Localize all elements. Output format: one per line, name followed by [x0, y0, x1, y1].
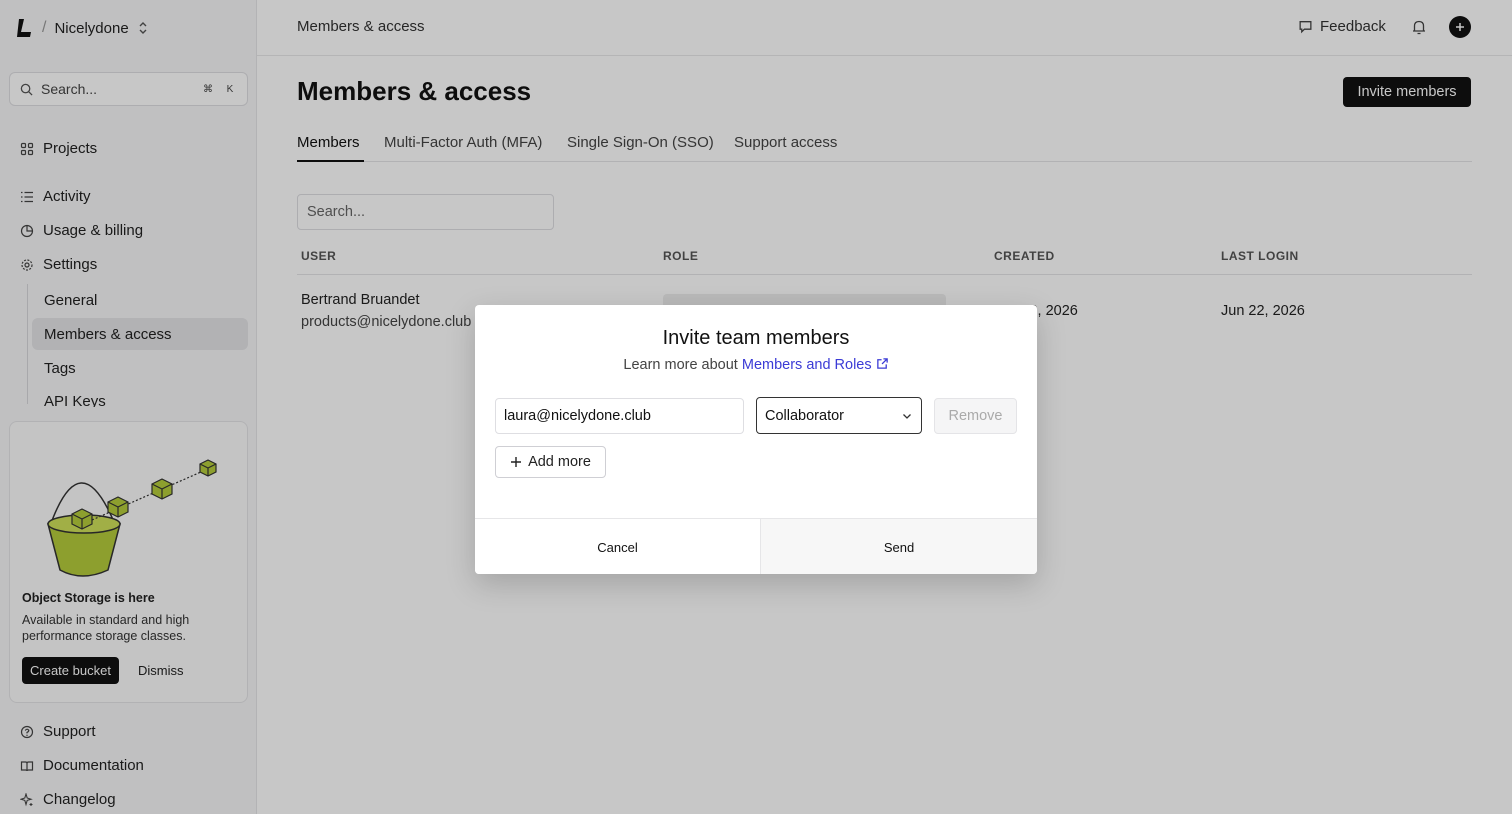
invite-team-members-dialog: Invite team members Learn more about Mem…	[475, 305, 1037, 574]
members-roles-link-label: Members and Roles	[741, 357, 872, 373]
add-more-label: Add more	[528, 454, 591, 470]
cancel-button[interactable]: Cancel	[475, 519, 761, 574]
chevron-down-icon	[903, 413, 911, 419]
invite-email-input[interactable]: laura@nicelydone.club	[495, 398, 744, 434]
plus-icon	[511, 457, 522, 467]
dialog-subtitle-text: Learn more about	[623, 357, 742, 373]
remove-row-button[interactable]: Remove	[934, 398, 1017, 434]
invite-role-select[interactable]: Collaborator	[756, 397, 922, 434]
dialog-subtitle: Learn more about Members and Roles	[475, 357, 1037, 373]
external-link-icon	[876, 358, 888, 369]
dialog-footer: Cancel Send	[475, 518, 1037, 574]
members-roles-link[interactable]: Members and Roles	[742, 357, 889, 373]
send-button[interactable]: Send	[761, 519, 1037, 574]
dialog-title: Invite team members	[662, 327, 850, 349]
add-more-button[interactable]: Add more	[495, 446, 606, 478]
invite-role-value: Collaborator	[765, 407, 844, 424]
